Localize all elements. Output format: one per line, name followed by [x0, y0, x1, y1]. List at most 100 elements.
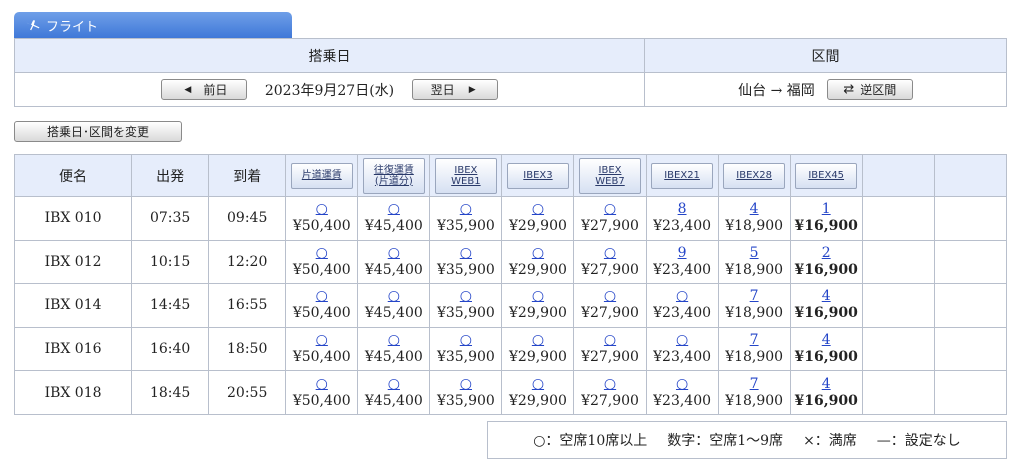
fare-cell: ○ ¥23,400 [645, 370, 719, 415]
fare-cell: 1 ¥16,900 [789, 196, 863, 241]
seat-availability-link[interactable]: 4 [719, 201, 790, 218]
fare-cell: 4 ¥16,900 [789, 283, 863, 328]
seat-availability-link[interactable]: ○ [647, 288, 718, 305]
fare-price: ¥50,400 [292, 261, 351, 278]
depart-cell: 16:40 [131, 326, 210, 372]
fare-cell: 8 ¥23,400 [645, 196, 719, 241]
fare-cell: 4 ¥18,900 [717, 196, 791, 241]
seat-availability-link[interactable]: ○ [430, 288, 501, 305]
seat-availability-link[interactable]: ○ [358, 332, 429, 349]
fare-cell: ○ ¥27,900 [573, 196, 647, 241]
fare-price: ¥16,900 [794, 305, 858, 322]
seat-availability-link[interactable]: ○ [430, 201, 501, 218]
fare-price: ¥29,900 [509, 305, 567, 322]
seat-availability-link[interactable]: 7 [719, 332, 790, 349]
col-flight: 便名 [13, 154, 133, 197]
depart-cell: 07:35 [131, 196, 210, 241]
table-row: IBX 012 10:15 12:20 ○ ¥50,400 ○ ¥45,400 ○ ¥35,90… [13, 239, 1008, 285]
seat-availability-link[interactable]: 1 [791, 201, 862, 218]
seat-availability-link[interactable]: ○ [358, 245, 429, 262]
fare-type-button[interactable]: IBEX3 [506, 162, 569, 189]
seat-availability-link[interactable]: 5 [719, 245, 790, 262]
seat-availability-link[interactable]: ○ [358, 376, 429, 393]
seat-availability-link[interactable]: ○ [502, 376, 573, 393]
seat-availability-link[interactable]: ○ [574, 245, 645, 262]
fare-type-button[interactable]: IBEX WEB7 [579, 157, 642, 194]
seat-availability-link[interactable]: ○ [574, 288, 645, 305]
arrive-cell: 20:55 [208, 370, 287, 415]
seat-availability-link[interactable]: ○ [430, 332, 501, 349]
seat-availability-link[interactable]: 7 [719, 376, 790, 393]
fare-cell: ○ ¥45,400 [357, 326, 431, 372]
seat-availability-link[interactable]: ○ [647, 332, 718, 349]
seat-availability-link[interactable]: 4 [791, 376, 862, 393]
seat-availability-link[interactable]: 7 [719, 288, 790, 305]
seat-availability-link[interactable]: ○ [574, 376, 645, 393]
seat-availability-link[interactable]: ○ [574, 201, 645, 218]
fare-cell: ○ ¥50,400 [285, 326, 359, 372]
reverse-route-button[interactable]: ⇄ 逆区間 [826, 79, 913, 100]
seat-availability-link[interactable]: ○ [358, 288, 429, 305]
route-heading: 区間 [644, 38, 1007, 73]
triangle-left-icon: ◀ [184, 84, 192, 95]
legend-item: —：設定なし [876, 433, 961, 449]
depart-cell: 18:45 [131, 370, 210, 415]
fare-price: ¥45,400 [364, 349, 423, 366]
seat-availability-link[interactable]: ○ [430, 245, 501, 262]
seat-availability-link[interactable]: ○ [502, 288, 573, 305]
seat-availability-link[interactable]: 4 [791, 332, 862, 349]
empty-cell [933, 326, 1008, 372]
fare-price: ¥23,400 [653, 392, 712, 409]
fare-cell: 7 ¥18,900 [717, 326, 791, 372]
fare-type-sublabel: (片道分) [374, 175, 413, 187]
seat-availability-link[interactable]: ○ [286, 245, 357, 262]
triangle-right-icon: ▶ [468, 84, 476, 95]
fare-type-button[interactable]: IBEX28 [723, 162, 786, 189]
seat-availability-link[interactable]: ○ [502, 245, 573, 262]
empty-cell [861, 239, 935, 285]
flight-cell: IBX 014 [13, 283, 133, 328]
next-day-button[interactable]: 翌日 ▶ [412, 79, 499, 100]
fare-type-label: IBEX3 [523, 170, 553, 181]
seat-availability-link[interactable]: ○ [647, 376, 718, 393]
flight-cell: IBX 010 [13, 196, 133, 241]
seat-availability-link[interactable]: ○ [502, 332, 573, 349]
col-depart: 出発 [131, 154, 210, 197]
legend-item: 数字：空席1〜9席 [667, 433, 784, 449]
seat-availability-link[interactable]: ○ [502, 201, 573, 218]
fare-cell: ○ ¥50,400 [285, 239, 359, 285]
fare-header-cell: IBEX WEB7 [573, 154, 647, 197]
seat-availability-link[interactable]: ○ [358, 201, 429, 218]
seat-availability-link[interactable]: 2 [791, 245, 862, 262]
arrive-cell: 12:20 [208, 239, 287, 285]
table-row: IBX 016 16:40 18:50 ○ ¥50,400 ○ ¥45,400 ○ ¥35,90… [13, 326, 1008, 372]
fare-type-button[interactable]: IBEX21 [651, 162, 714, 189]
fare-type-button[interactable]: 片道運賃 [290, 162, 353, 189]
fare-type-label: 往復運賃 [373, 164, 414, 176]
fare-type-sublabel: WEB1 [451, 175, 481, 187]
fare-price: ¥45,400 [364, 261, 423, 278]
seat-availability-link[interactable]: 9 [647, 245, 718, 262]
fare-header-cell: 片道運賃 [285, 154, 359, 197]
change-search-button[interactable]: 搭乗日･区間を変更 [14, 121, 182, 142]
seat-availability-link[interactable]: ○ [286, 376, 357, 393]
empty-cell [933, 370, 1008, 415]
table-row: IBX 014 14:45 16:55 ○ ¥50,400 ○ ¥45,400 ○ ¥35,90… [13, 283, 1008, 328]
fare-price: ¥18,900 [725, 392, 784, 409]
seat-availability-link[interactable]: ○ [430, 376, 501, 393]
seat-availability-link[interactable]: ○ [574, 332, 645, 349]
fare-cell: ○ ¥35,900 [429, 326, 503, 372]
prev-day-button[interactable]: ◀ 前日 [160, 79, 247, 100]
seat-availability-link[interactable]: ○ [286, 201, 357, 218]
fare-type-button[interactable]: IBEX WEB1 [434, 157, 497, 194]
seat-availability-link[interactable]: ○ [286, 288, 357, 305]
fare-type-button[interactable]: IBEX45 [795, 162, 858, 189]
fare-price: ¥18,900 [725, 218, 784, 235]
seat-availability-link[interactable]: 4 [791, 288, 862, 305]
seat-availability-link[interactable]: 8 [647, 201, 718, 218]
fare-type-button[interactable]: 往復運賃 (片道分) [362, 157, 425, 194]
prev-day-label: 前日 [203, 83, 228, 97]
empty-cell [861, 196, 935, 241]
seat-availability-link[interactable]: ○ [286, 332, 357, 349]
empty-cell [861, 326, 935, 372]
